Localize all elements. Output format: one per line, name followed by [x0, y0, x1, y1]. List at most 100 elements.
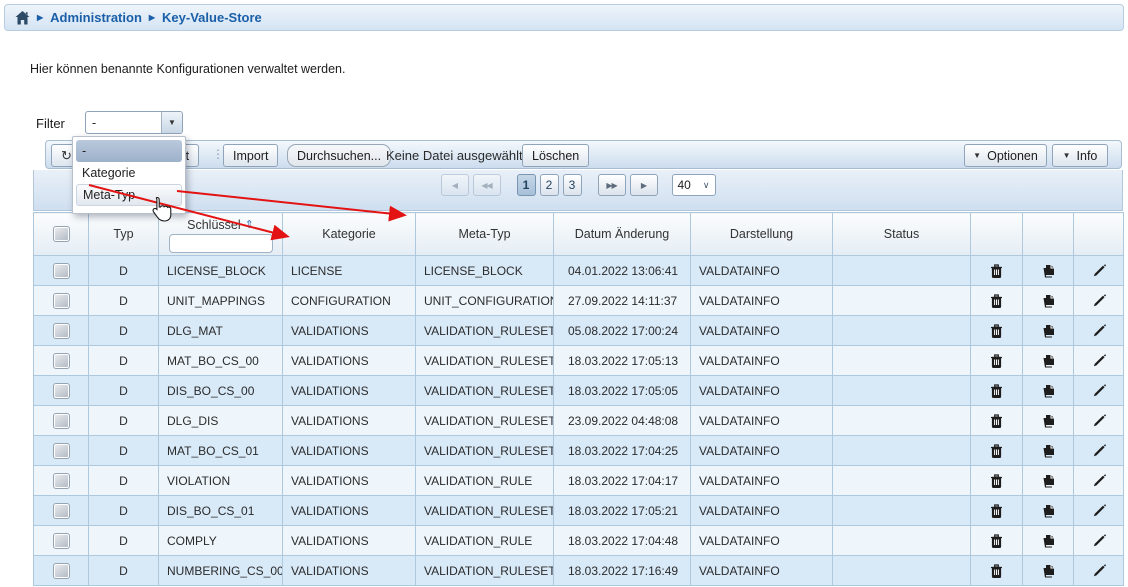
next-page-button[interactable]: ▶▶	[598, 174, 626, 196]
copy-row-button[interactable]	[1023, 496, 1074, 526]
cell-status	[833, 406, 971, 436]
row-checkbox[interactable]	[53, 353, 70, 369]
page-button-2[interactable]: 2	[540, 174, 559, 196]
copy-icon	[1042, 353, 1055, 367]
edit-row-button[interactable]	[1074, 466, 1124, 496]
delete-row-button[interactable]	[971, 256, 1023, 286]
edit-row-button[interactable]	[1074, 556, 1124, 586]
cell-typ: D	[89, 436, 159, 466]
copy-row-button[interactable]	[1023, 436, 1074, 466]
copy-row-button[interactable]	[1023, 316, 1074, 346]
row-checkbox[interactable]	[53, 323, 70, 339]
copy-row-button[interactable]	[1023, 526, 1074, 556]
row-checkbox[interactable]	[53, 293, 70, 309]
delete-row-button[interactable]	[971, 346, 1023, 376]
copy-row-button[interactable]	[1023, 256, 1074, 286]
import-button[interactable]: Import	[223, 144, 278, 167]
column-header-schluessel[interactable]: Schlüssel ⇕	[159, 213, 283, 256]
key-filter-input[interactable]	[169, 234, 273, 253]
copy-row-button[interactable]	[1023, 556, 1074, 586]
delete-row-button[interactable]	[971, 436, 1023, 466]
cell-schluessel: DLG_MAT	[159, 316, 283, 346]
column-header-darstellung[interactable]: Darstellung	[691, 213, 833, 256]
dropdown-option-kategorie[interactable]: Kategorie	[76, 162, 182, 184]
copy-row-button[interactable]	[1023, 346, 1074, 376]
row-checkbox[interactable]	[53, 443, 70, 459]
cell-status	[833, 286, 971, 316]
row-select-cell	[34, 346, 89, 376]
copy-row-button[interactable]	[1023, 466, 1074, 496]
row-checkbox[interactable]	[53, 413, 70, 429]
breadcrumb-item-administration[interactable]: Administration	[50, 10, 142, 25]
sort-icon[interactable]: ⇕	[245, 218, 254, 231]
copy-icon	[1042, 563, 1055, 577]
cell-kategorie: VALIDATIONS	[283, 496, 416, 526]
delete-row-button[interactable]	[971, 556, 1023, 586]
home-icon[interactable]	[15, 11, 30, 25]
edit-row-button[interactable]	[1074, 316, 1124, 346]
cell-metatyp: VALIDATION_RULESET	[416, 406, 554, 436]
column-header-edit	[1074, 213, 1124, 256]
edit-row-button[interactable]	[1074, 286, 1124, 316]
edit-row-button[interactable]	[1074, 526, 1124, 556]
cell-metatyp: LICENSE_BLOCK	[416, 256, 554, 286]
delete-row-button[interactable]	[971, 526, 1023, 556]
filter-combobox[interactable]: - ▼	[85, 111, 183, 134]
cell-schluessel: VIOLATION	[159, 466, 283, 496]
row-checkbox[interactable]	[53, 263, 70, 279]
cell-kategorie: LICENSE	[283, 256, 416, 286]
copy-row-button[interactable]	[1023, 376, 1074, 406]
row-checkbox[interactable]	[53, 563, 70, 579]
column-header-status[interactable]: Status	[833, 213, 971, 256]
delete-row-button[interactable]	[971, 316, 1023, 346]
column-header-typ[interactable]: Typ	[89, 213, 159, 256]
combobox-dropdown-button[interactable]: ▼	[161, 112, 182, 133]
page-size-select[interactable]: 40 ∨	[672, 174, 716, 196]
copy-row-button[interactable]	[1023, 406, 1074, 436]
select-all-checkbox[interactable]	[53, 226, 70, 242]
page-button-1[interactable]: 1	[517, 174, 536, 196]
edit-row-button[interactable]	[1074, 376, 1124, 406]
copy-row-button[interactable]	[1023, 286, 1074, 316]
cell-darstellung: VALDATAINFO	[691, 406, 833, 436]
cell-datum: 18.03.2022 17:04:25	[554, 436, 691, 466]
trash-icon	[990, 353, 1003, 367]
row-select-cell	[34, 376, 89, 406]
edit-row-button[interactable]	[1074, 256, 1124, 286]
edit-row-button[interactable]	[1074, 406, 1124, 436]
row-checkbox[interactable]	[53, 533, 70, 549]
prev-page-button[interactable]: ◀◀	[473, 174, 501, 196]
delete-row-button[interactable]	[971, 466, 1023, 496]
cell-status	[833, 316, 971, 346]
dropdown-option-none[interactable]: -	[76, 140, 182, 162]
row-checkbox[interactable]	[53, 503, 70, 519]
column-header-kategorie[interactable]: Kategorie	[283, 213, 416, 256]
browse-file-button[interactable]: Durchsuchen...	[287, 144, 391, 167]
edit-row-button[interactable]	[1074, 436, 1124, 466]
refresh-icon: ↻	[61, 148, 72, 164]
info-button[interactable]: ▼ Info	[1052, 144, 1108, 167]
delete-button[interactable]: Löschen	[522, 144, 589, 167]
row-checkbox[interactable]	[53, 383, 70, 399]
cell-status	[833, 436, 971, 466]
column-header-datum[interactable]: Datum Änderung	[554, 213, 691, 256]
last-page-button[interactable]: ▶	[630, 174, 658, 196]
column-header-metatyp[interactable]: Meta-Typ	[416, 213, 554, 256]
delete-row-button[interactable]	[971, 286, 1023, 316]
next-page-icon: ▶▶	[606, 181, 616, 190]
delete-row-button[interactable]	[971, 406, 1023, 436]
options-button[interactable]: ▼ Optionen	[964, 144, 1047, 167]
first-page-button[interactable]: ◀	[441, 174, 469, 196]
page-button-3[interactable]: 3	[563, 174, 582, 196]
dropdown-option-metatyp[interactable]: Meta-Typ	[76, 184, 182, 206]
cell-schluessel: COMPLY	[159, 526, 283, 556]
delete-row-button[interactable]	[971, 496, 1023, 526]
edit-row-button[interactable]	[1074, 346, 1124, 376]
row-checkbox[interactable]	[53, 473, 70, 489]
edit-row-button[interactable]	[1074, 496, 1124, 526]
copy-icon	[1042, 413, 1055, 427]
pagination-bar: ◀ ◀◀ 1 2 3 ▶▶ ▶ 40 ∨	[33, 170, 1123, 211]
cell-datum: 04.01.2022 13:06:41	[554, 256, 691, 286]
breadcrumb-item-key-value-store[interactable]: Key-Value-Store	[162, 10, 262, 25]
delete-row-button[interactable]	[971, 376, 1023, 406]
